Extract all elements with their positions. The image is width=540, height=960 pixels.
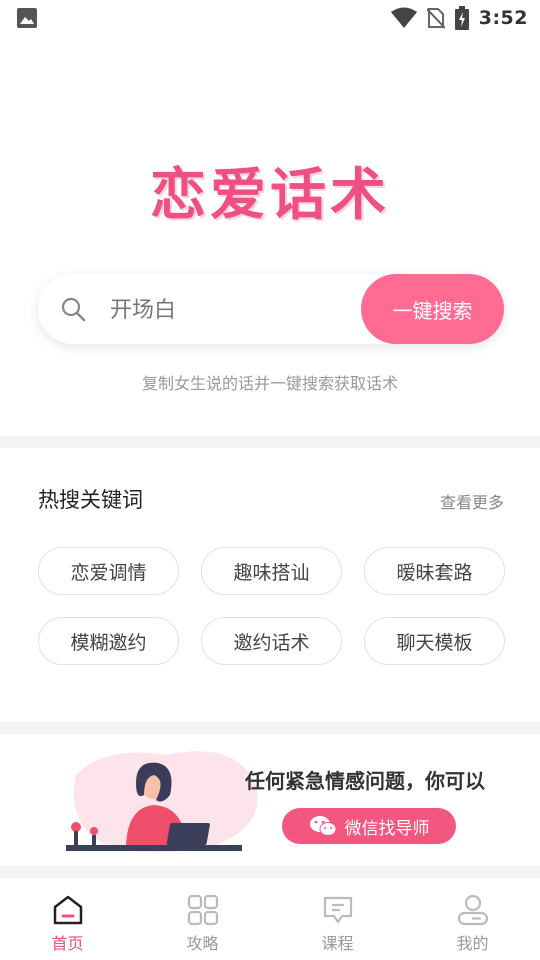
- search-hint: 复制女生说的话并一键搜索获取话术: [141, 374, 398, 393]
- tab-label: 课程: [321, 934, 354, 953]
- tab-profile[interactable]: 我的: [405, 880, 540, 960]
- grid-icon: [187, 894, 218, 926]
- app-logo: 恋爱话术: [0, 150, 540, 231]
- chat-board-icon: [323, 896, 352, 924]
- keyword-tag[interactable]: 邀约话术: [201, 617, 342, 665]
- home-icon: [53, 895, 82, 925]
- wechat-icon: [309, 816, 336, 836]
- tab-label: 我的: [456, 934, 489, 953]
- image-notification-icon: [17, 8, 37, 28]
- search-box: 一键搜索: [38, 274, 504, 346]
- user-icon: [457, 894, 488, 926]
- hot-keywords-title: 热搜关键词: [38, 488, 143, 512]
- section-divider: [0, 722, 540, 734]
- view-more-link[interactable]: 查看更多: [440, 489, 504, 513]
- bottom-tab-bar: 首页 攻略 课程 我的: [0, 880, 540, 960]
- tab-courses[interactable]: 课程: [270, 880, 405, 960]
- logo-text: 恋爱话术: [150, 163, 390, 228]
- banner-text: 任何紧急情感问题，你可以: [245, 769, 485, 793]
- status-bar: 3:52: [0, 0, 540, 36]
- status-time: 3:52: [478, 7, 528, 29]
- wifi-icon: [390, 7, 417, 28]
- battery-charging-icon: [454, 6, 469, 30]
- tab-label: 首页: [51, 934, 84, 953]
- keyword-tag[interactable]: 模糊邀约: [38, 617, 179, 665]
- keyword-tag[interactable]: 趣味搭讪: [201, 547, 342, 595]
- mentor-banner[interactable]: [0, 735, 540, 865]
- keyword-tag[interactable]: 恋爱调情: [38, 547, 179, 595]
- hot-keyword-tags: 恋爱调情 趣味搭讪 暧昧套路 模糊邀约 邀约话术 聊天模板: [38, 547, 505, 665]
- search-input[interactable]: [108, 274, 352, 346]
- wechat-mentor-label: 微信找导师: [344, 818, 430, 839]
- search-icon: [61, 297, 86, 322]
- section-divider: [0, 436, 540, 448]
- no-sim-icon: [426, 8, 445, 29]
- tab-home[interactable]: 首页: [0, 880, 135, 960]
- status-icons: 3:52: [390, 4, 528, 32]
- section-divider: [0, 866, 540, 878]
- tab-label: 攻略: [186, 934, 219, 953]
- wechat-mentor-button[interactable]: 微信找导师: [282, 808, 456, 844]
- tab-guides[interactable]: 攻略: [135, 880, 270, 960]
- keyword-tag[interactable]: 暧昧套路: [364, 547, 505, 595]
- woman-at-desk-illustration: [66, 751, 258, 853]
- search-button[interactable]: 一键搜索: [361, 274, 504, 344]
- keyword-tag[interactable]: 聊天模板: [364, 617, 505, 665]
